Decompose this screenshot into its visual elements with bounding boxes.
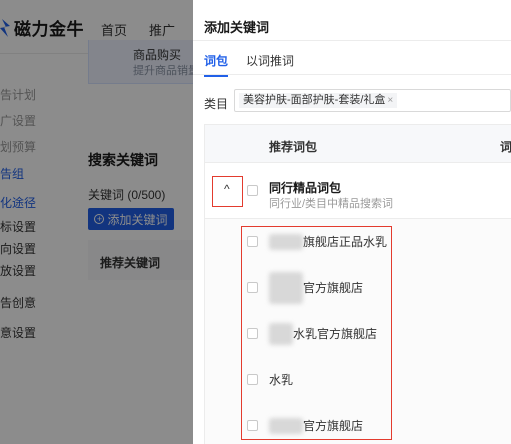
table-row: ^ 同行精品词包 同行业/类目中精品搜索词 bbox=[205, 163, 511, 219]
group-description: 同行业/类目中精品搜索词 bbox=[269, 198, 394, 210]
drawer-title: 添加关键词 bbox=[204, 20, 270, 35]
category-tag-text: 美容护肤-面部护肤-套装/礼盒 bbox=[243, 94, 386, 106]
expand-toggle-button[interactable]: ^ bbox=[212, 176, 243, 207]
column-header-package: 推荐词包 bbox=[269, 140, 318, 154]
highlight-frame bbox=[241, 226, 392, 440]
chevron-up-icon: ^ bbox=[224, 182, 230, 196]
group-title: 同行精品词包 bbox=[269, 181, 342, 195]
column-header-words: 词 bbox=[500, 140, 511, 154]
add-keyword-drawer: 添加关键词 词包 以词推词 类目 美容护肤-面部护肤-套装/礼盒 × 推荐词包 词… bbox=[193, 0, 511, 444]
group-checkbox[interactable] bbox=[247, 185, 258, 196]
table-header: 推荐词包 词 bbox=[205, 125, 511, 163]
category-tag: 美容护肤-面部护肤-套装/礼盒 × bbox=[239, 93, 398, 108]
category-label: 类目 bbox=[204, 97, 229, 111]
category-select[interactable]: 美容护肤-面部护肤-套装/礼盒 × bbox=[234, 89, 511, 112]
close-icon[interactable]: × bbox=[387, 95, 393, 106]
divider bbox=[193, 40, 511, 41]
keyword-package-table: 推荐词包 词 ^ 同行精品词包 同行业/类目中精品搜索词 旗舰店正品水乳 官方旗… bbox=[204, 124, 511, 444]
divider bbox=[193, 74, 511, 75]
